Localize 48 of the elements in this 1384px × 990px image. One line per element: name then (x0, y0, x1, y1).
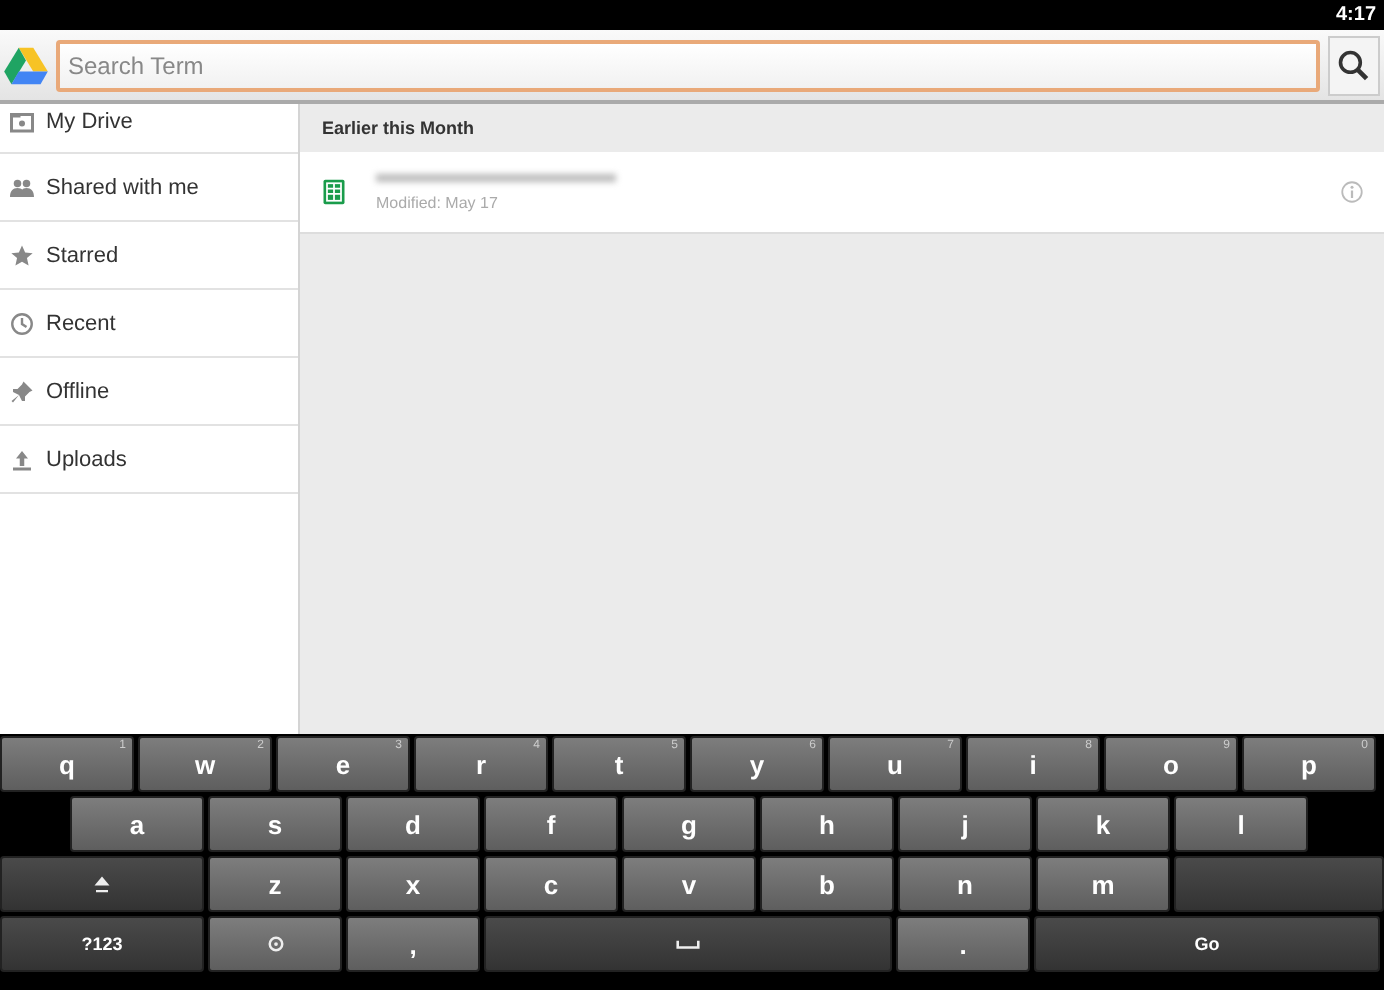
key[interactable]: s (208, 796, 342, 852)
star-icon (10, 243, 34, 267)
folder-icon (10, 110, 34, 134)
key[interactable]: b (760, 856, 894, 912)
key[interactable]: m (1036, 856, 1170, 912)
search-icon (1336, 47, 1372, 83)
sidebar-item[interactable]: Starred (0, 222, 298, 290)
space-key[interactable] (484, 916, 892, 972)
space-icon (676, 939, 700, 949)
sidebar-item[interactable]: Recent (0, 290, 298, 358)
key[interactable]: d (346, 796, 480, 852)
key[interactable]: j (898, 796, 1032, 852)
key[interactable]: , (346, 916, 480, 972)
section-header: Earlier this Month (320, 116, 477, 142)
key[interactable]: l (1174, 796, 1308, 852)
key[interactable]: g (622, 796, 756, 852)
key[interactable]: h (760, 796, 894, 852)
settings-icon (265, 934, 285, 954)
clock-time: 4:17 (1335, 4, 1376, 26)
key[interactable]: a (70, 796, 204, 852)
spreadsheet-icon (320, 176, 348, 208)
key[interactable]: z (208, 856, 342, 912)
sidebar-item[interactable]: Shared with me (0, 154, 298, 222)
settings-key[interactable] (208, 916, 342, 972)
key[interactable] (1174, 856, 1384, 912)
key[interactable]: k (1036, 796, 1170, 852)
sidebar-item[interactable]: Offline (0, 358, 298, 426)
shift-key[interactable] (0, 856, 204, 912)
upload-icon (10, 447, 34, 471)
key[interactable]: . (896, 916, 1030, 972)
shift-icon (90, 872, 114, 896)
info-icon (1340, 180, 1364, 204)
clock-icon (10, 311, 34, 335)
drive-logo-icon (4, 45, 48, 85)
go-key[interactable]: Go (1034, 916, 1380, 972)
modified-date: Modified: May 17 (376, 193, 500, 211)
people-icon (10, 175, 34, 199)
symbols-key[interactable]: ?123 (0, 916, 204, 972)
sidebar-item[interactable]: Uploads (0, 426, 298, 494)
key[interactable]: c (484, 856, 618, 912)
key[interactable]: x (346, 856, 480, 912)
search-field[interactable]: Search Term (56, 39, 1320, 91)
search-button[interactable] (1328, 35, 1380, 95)
key[interactable]: f (484, 796, 618, 852)
key[interactable]: n (898, 856, 1032, 912)
sidebar-item[interactable]: My Drive (0, 104, 298, 154)
key[interactable]: v (622, 856, 756, 912)
pin-icon (10, 379, 34, 403)
